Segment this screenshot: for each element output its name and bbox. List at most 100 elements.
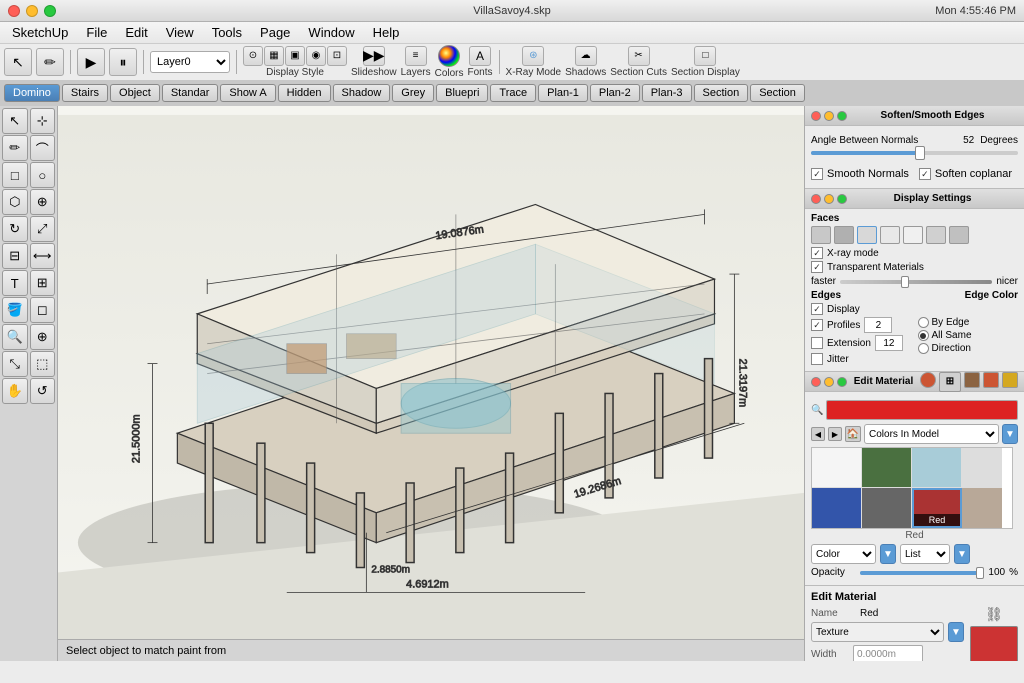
tool-zoom-prev[interactable]: ⬚ xyxy=(30,351,56,377)
em-min-dot[interactable] xyxy=(824,377,834,387)
soften-min-dot[interactable] xyxy=(824,111,834,121)
tab-plan2[interactable]: Plan-2 xyxy=(590,84,640,102)
swatch-gray[interactable] xyxy=(862,488,912,528)
tab-hidden[interactable]: Hidden xyxy=(278,84,331,102)
soften-coplanar-checkbox[interactable] xyxy=(919,168,931,180)
menu-sketchup[interactable]: SketchUp xyxy=(4,23,76,42)
profiles-input[interactable] xyxy=(864,317,892,333)
ds-min-dot[interactable] xyxy=(824,194,834,204)
opacity-thumb[interactable] xyxy=(976,567,984,579)
tool-axes[interactable]: ⊞ xyxy=(30,270,56,296)
tool-offset[interactable]: ⊟ xyxy=(2,243,28,269)
swatch-gray-light[interactable] xyxy=(962,448,1002,488)
colors-col[interactable]: Colors xyxy=(435,45,464,80)
tab-showa[interactable]: Show A xyxy=(220,84,275,102)
section-display-col[interactable]: □ Section Display xyxy=(671,46,740,79)
colors-btn[interactable] xyxy=(438,45,460,67)
menu-window[interactable]: Window xyxy=(300,23,362,42)
display-style-col[interactable]: ⊙ ▦ ▣ ◉ ⊡ Display Style xyxy=(243,46,347,79)
tab-section2[interactable]: Section xyxy=(750,84,805,102)
menu-help[interactable]: Help xyxy=(365,23,408,42)
slider-thumb[interactable] xyxy=(915,146,925,160)
face-icon-4[interactable] xyxy=(880,226,900,244)
soften-max-dot[interactable] xyxy=(837,111,847,121)
tab-trace[interactable]: Trace xyxy=(490,84,536,102)
menu-view[interactable]: View xyxy=(158,23,202,42)
tool-pan[interactable]: ✋ xyxy=(2,378,28,404)
section-cuts-btn[interactable]: ✂ xyxy=(628,46,650,66)
menu-page[interactable]: Page xyxy=(252,23,298,42)
tool-paint[interactable]: 🪣 xyxy=(2,297,28,323)
toolbar-pause-btn[interactable]: ⏸ xyxy=(109,48,137,76)
toolbar-arrow-tool[interactable]: ↖ xyxy=(4,48,32,76)
tab-domino[interactable]: Domino xyxy=(4,84,60,102)
all-same-radio[interactable] xyxy=(918,330,929,341)
mat-red-icon[interactable] xyxy=(983,372,999,388)
angle-slider[interactable] xyxy=(811,151,1018,165)
display-checkbox[interactable] xyxy=(811,303,823,315)
opacity-slider[interactable] xyxy=(860,571,984,575)
toolbar-pencil-tool[interactable]: ✏ xyxy=(36,48,64,76)
nav-forward[interactable]: ▶ xyxy=(828,427,842,441)
slideshow-btn[interactable]: ▶▶ xyxy=(363,46,385,66)
ds-close-dot[interactable] xyxy=(811,194,821,204)
tool-select[interactable]: ↖ xyxy=(2,108,28,134)
swatch-green[interactable] xyxy=(862,448,912,488)
tool-zoom-window[interactable]: ⊕ xyxy=(30,324,56,350)
tool-scale[interactable]: ⤢ xyxy=(30,216,56,242)
direction-radio[interactable] xyxy=(918,343,929,354)
swatch-red[interactable]: Red xyxy=(912,488,962,528)
tab-grey[interactable]: Grey xyxy=(392,84,434,102)
tool-zoom-ext[interactable]: ⤡ xyxy=(2,351,28,377)
profiles-checkbox[interactable] xyxy=(811,319,823,331)
layers-btn[interactable]: ≡ xyxy=(405,46,427,66)
texture-dropdown-arrow[interactable]: ▼ xyxy=(948,622,964,642)
tool-eraser[interactable]: ◻ xyxy=(30,297,56,323)
em-width-input[interactable] xyxy=(853,645,923,661)
quality-thumb[interactable] xyxy=(901,276,909,288)
tool-pencil[interactable]: ✏ xyxy=(2,135,28,161)
canvas-area[interactable]: 19.0876m 21.3197m 21.5000m 19.2686m 4.69 xyxy=(58,106,804,661)
face-icon-7[interactable] xyxy=(949,226,969,244)
tool-arc[interactable]: ⌒ xyxy=(30,135,56,161)
list-type-select[interactable]: List xyxy=(900,544,950,564)
xray-col[interactable]: ⊛ X-Ray Mode xyxy=(506,46,562,79)
swatch-white[interactable] xyxy=(812,448,862,488)
list-dropdown-arrow[interactable]: ▼ xyxy=(954,544,970,564)
mat-circle-icon[interactable] xyxy=(920,372,936,388)
fonts-btn[interactable]: A xyxy=(469,46,491,66)
by-edge-radio[interactable] xyxy=(918,317,929,328)
close-window-button[interactable] xyxy=(8,5,20,17)
xray-btn[interactable]: ⊛ xyxy=(522,46,544,66)
tool-rect[interactable]: □ xyxy=(2,162,28,188)
tool-tape[interactable]: ⟷ xyxy=(30,243,56,269)
display-style-btn4[interactable]: ◉ xyxy=(306,46,326,66)
em-max-dot[interactable] xyxy=(837,377,847,387)
display-style-btn5[interactable]: ⊡ xyxy=(327,46,347,66)
fonts-col[interactable]: A Fonts xyxy=(468,46,493,79)
mat-grid-icon[interactable]: ⊞ xyxy=(939,372,961,392)
tool-circle[interactable]: ○ xyxy=(30,162,56,188)
tab-section1[interactable]: Section xyxy=(694,84,749,102)
tab-stairs[interactable]: Stairs xyxy=(62,84,108,102)
swatch-blue[interactable] xyxy=(812,488,862,528)
tool-push[interactable]: ⬡ xyxy=(2,189,28,215)
toolbar-play-btn[interactable]: ▶ xyxy=(77,48,105,76)
color-dropdown-arrow[interactable]: ▼ xyxy=(880,544,896,564)
section-cuts-col[interactable]: ✂ Section Cuts xyxy=(610,46,667,79)
swatch-beige[interactable] xyxy=(962,488,1002,528)
face-icon-3[interactable] xyxy=(857,226,877,244)
display-style-btn1[interactable]: ⊙ xyxy=(243,46,263,66)
nav-back[interactable]: ◀ xyxy=(811,427,825,441)
menu-file[interactable]: File xyxy=(78,23,115,42)
transparent-checkbox[interactable] xyxy=(811,261,823,273)
jitter-checkbox[interactable] xyxy=(811,353,823,365)
mat-brown-icon[interactable] xyxy=(964,372,980,388)
home-btn[interactable]: 🏠 xyxy=(845,426,861,442)
tool-text[interactable]: T xyxy=(2,270,28,296)
menu-tools[interactable]: Tools xyxy=(204,23,250,42)
tab-object[interactable]: Object xyxy=(110,84,160,102)
face-icon-5[interactable] xyxy=(903,226,923,244)
face-icon-1[interactable] xyxy=(811,226,831,244)
swatch-blue-light[interactable] xyxy=(912,448,962,488)
